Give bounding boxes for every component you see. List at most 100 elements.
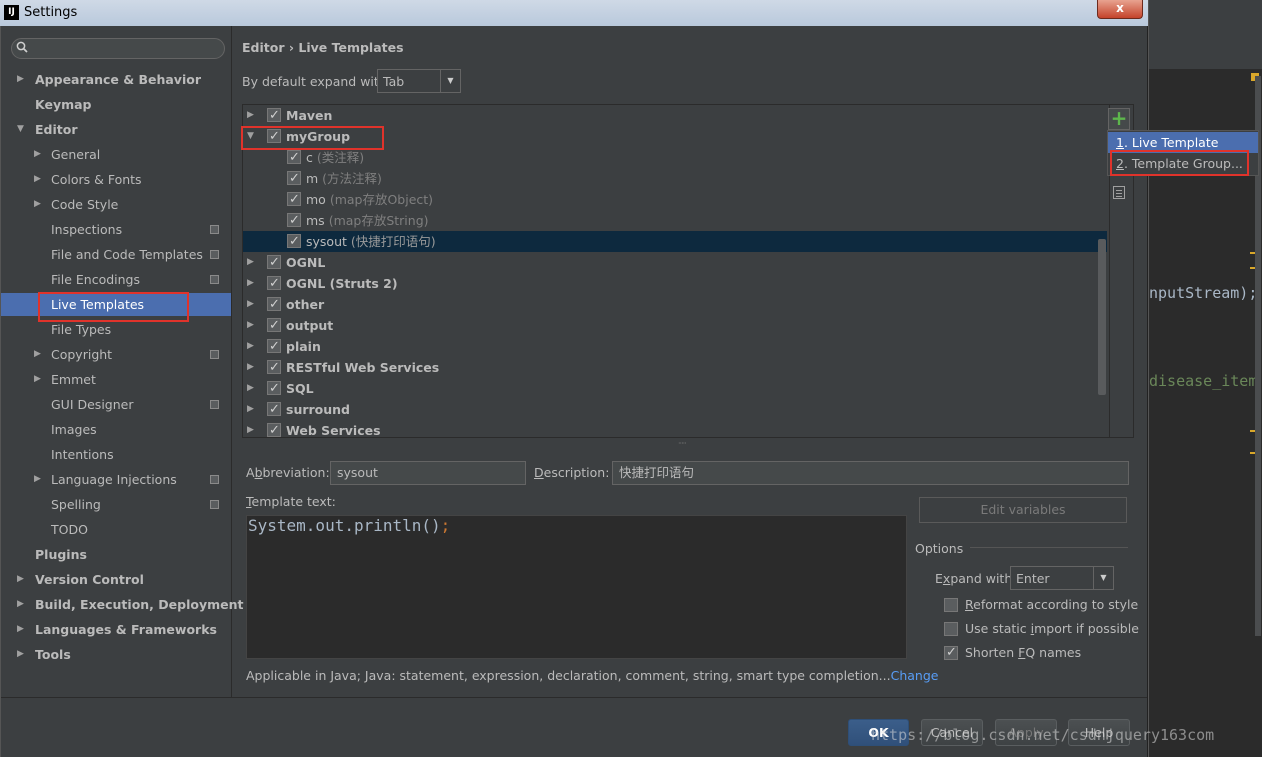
expand-arrow-icon[interactable]: ▶ <box>34 168 41 191</box>
close-button[interactable]: x <box>1097 0 1143 19</box>
checkbox[interactable] <box>287 168 301 189</box>
checkbox[interactable] <box>267 294 281 315</box>
checkbox[interactable] <box>287 147 301 168</box>
template-row[interactable]: m (方法注释) <box>243 168 1107 189</box>
sidebar-item-build-execution-deployment[interactable]: ▶ Build, Execution, Deployment <box>1 593 243 616</box>
sidebar-item-languages-frameworks[interactable]: ▶ Languages & Frameworks <box>1 618 231 641</box>
abbreviation-field[interactable]: sysout <box>330 461 526 485</box>
checkbox[interactable] <box>267 399 281 420</box>
template-group-row[interactable]: ▼ myGroup <box>243 126 1107 147</box>
checkbox[interactable] <box>267 126 281 147</box>
chevron-down-icon[interactable]: ▼ <box>1093 567 1113 589</box>
collapse-arrow-icon[interactable]: ▼ <box>247 126 254 147</box>
edit-variables-button[interactable]: Edit variables <box>919 497 1127 523</box>
template-row[interactable]: ms (map存放String) <box>243 210 1107 231</box>
sidebar-item-emmet[interactable]: ▶ Emmet <box>1 368 231 391</box>
description-field[interactable]: 快捷打印语句 <box>612 461 1129 485</box>
copy-document-icon[interactable] <box>1113 186 1125 199</box>
checkbox[interactable] <box>267 315 281 336</box>
sidebar-item-file-encodings[interactable]: File Encodings <box>1 268 231 291</box>
expand-arrow-icon[interactable]: ▶ <box>17 618 24 641</box>
expand-arrow-icon[interactable]: ▶ <box>247 336 254 357</box>
sidebar-item-editor[interactable]: ▼ Editor <box>1 118 231 141</box>
search-box[interactable] <box>11 38 225 59</box>
template-row-selected[interactable]: sysout (快捷打印语句) <box>243 231 1107 252</box>
sidebar-item-live-templates[interactable]: Live Templates <box>1 293 231 316</box>
menu-item-live-template[interactable]: 1. Live Template <box>1108 132 1258 153</box>
sidebar-item-copyright[interactable]: ▶ Copyright <box>1 343 231 366</box>
template-group-row[interactable]: ▶ OGNL (Struts 2) <box>243 273 1107 294</box>
checkbox[interactable] <box>267 378 281 399</box>
expand-arrow-icon[interactable]: ▶ <box>247 378 254 399</box>
expand-arrow-icon[interactable]: ▶ <box>17 643 24 666</box>
expand-arrow-icon[interactable]: ▶ <box>17 68 24 91</box>
template-group-row[interactable]: ▶ surround <box>243 399 1107 420</box>
sidebar-item-code-style[interactable]: ▶ Code Style <box>1 193 231 216</box>
template-group-row[interactable]: ▶ Web Services <box>243 420 1107 437</box>
sidebar-item-spelling[interactable]: Spelling <box>1 493 231 516</box>
sidebar-item-images[interactable]: Images <box>1 418 231 441</box>
templates-tree[interactable]: ▶ Maven ▼ myGroup c (类注释) m (方法注释) mo (m… <box>242 104 1134 438</box>
expand-arrow-icon[interactable]: ▶ <box>247 252 254 273</box>
sidebar-item-appearance-behavior[interactable]: ▶ Appearance & Behavior <box>1 68 231 91</box>
template-text-editor[interactable]: System.out.println(); <box>246 515 907 659</box>
expand-arrow-icon[interactable]: ▶ <box>17 568 24 591</box>
expand-arrow-icon[interactable]: ▶ <box>34 193 41 216</box>
sidebar-item-file-code-templates[interactable]: File and Code Templates <box>1 243 231 266</box>
template-group-row[interactable]: ▶ SQL <box>243 378 1107 399</box>
splitter-handle[interactable]: ····· <box>678 439 687 448</box>
sidebar-item-language-injections[interactable]: ▶ Language Injections <box>1 468 231 491</box>
template-group-row[interactable]: ▶ plain <box>243 336 1107 357</box>
sidebar-item-tools[interactable]: ▶ Tools <box>1 643 231 666</box>
chevron-down-icon[interactable]: ▼ <box>440 70 460 92</box>
expand-arrow-icon[interactable]: ▶ <box>247 399 254 420</box>
expand-arrow-icon[interactable]: ▶ <box>247 420 254 437</box>
expand-arrow-icon[interactable]: ▶ <box>247 294 254 315</box>
sidebar-item-gui-designer[interactable]: GUI Designer <box>1 393 231 416</box>
template-group-row[interactable]: ▶ output <box>243 315 1107 336</box>
default-expand-select[interactable]: Tab ▼ <box>377 69 461 93</box>
expand-arrow-icon[interactable]: ▶ <box>17 593 24 616</box>
expand-arrow-icon[interactable]: ▶ <box>247 315 254 336</box>
expand-arrow-icon[interactable]: ▶ <box>34 343 41 366</box>
tree-scrollbar[interactable] <box>1098 239 1106 395</box>
expand-with-select[interactable]: Enter ▼ <box>1010 566 1114 590</box>
template-group-row[interactable]: ▶ RESTful Web Services <box>243 357 1107 378</box>
checkbox[interactable] <box>267 273 281 294</box>
checkbox[interactable] <box>267 420 281 437</box>
expand-arrow-icon[interactable]: ▶ <box>34 368 41 391</box>
sidebar-item-inspections[interactable]: Inspections <box>1 218 231 241</box>
sidebar-item-todo[interactable]: TODO <box>1 518 231 541</box>
menu-item-template-group[interactable]: 2. Template Group... <box>1108 153 1258 174</box>
template-group-row[interactable]: ▶ Maven <box>243 105 1107 126</box>
expand-arrow-icon[interactable]: ▶ <box>34 468 41 491</box>
sidebar-item-keymap[interactable]: Keymap <box>1 93 231 116</box>
sidebar-item-file-types[interactable]: File Types <box>1 318 231 341</box>
add-button[interactable]: + <box>1108 108 1130 130</box>
search-input[interactable] <box>32 40 220 57</box>
checkbox[interactable] <box>287 189 301 210</box>
sidebar-item-colors-fonts[interactable]: ▶ Colors & Fonts <box>1 168 231 191</box>
checkbox[interactable] <box>267 357 281 378</box>
expand-arrow-icon[interactable]: ▶ <box>34 143 41 166</box>
expand-arrow-icon[interactable]: ▶ <box>247 105 254 126</box>
change-link[interactable]: Change <box>891 668 939 683</box>
reformat-checkbox[interactable] <box>944 598 958 612</box>
template-group-row[interactable]: ▶ other <box>243 294 1107 315</box>
checkbox[interactable] <box>287 210 301 231</box>
sidebar-item-intentions[interactable]: Intentions <box>1 443 231 466</box>
checkbox[interactable] <box>267 336 281 357</box>
sidebar-item-version-control[interactable]: ▶ Version Control <box>1 568 231 591</box>
template-row[interactable]: mo (map存放Object) <box>243 189 1107 210</box>
checkbox[interactable] <box>267 105 281 126</box>
template-row[interactable]: c (类注释) <box>243 147 1107 168</box>
checkbox[interactable] <box>287 231 301 252</box>
expand-arrow-icon[interactable]: ▶ <box>247 357 254 378</box>
checkbox[interactable] <box>267 252 281 273</box>
static-import-checkbox[interactable] <box>944 622 958 636</box>
sidebar-item-general[interactable]: ▶ General <box>1 143 231 166</box>
template-group-row[interactable]: ▶ OGNL <box>243 252 1107 273</box>
shorten-fq-checkbox[interactable] <box>944 643 958 663</box>
collapse-arrow-icon[interactable]: ▼ <box>17 118 24 141</box>
expand-arrow-icon[interactable]: ▶ <box>247 273 254 294</box>
